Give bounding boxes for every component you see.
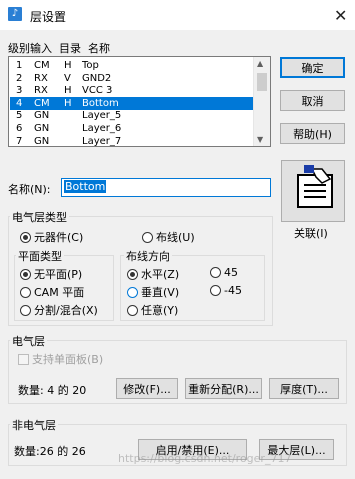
app-icon: ♪ (8, 7, 22, 21)
radio-split-mixed[interactable]: 分割/混合(X) (20, 302, 98, 318)
list-item[interactable]: 2 RX V GND2 (10, 72, 255, 85)
associate-button[interactable] (281, 160, 345, 222)
list-cell-dir: H (64, 97, 72, 109)
hand-pointer-icon (297, 165, 333, 208)
radio-component-label: 元器件(C) (34, 231, 84, 244)
list-cell-kind: GN (34, 110, 50, 122)
list-header: 级别输入 目录 名称 (8, 42, 110, 55)
list-item[interactable]: 7 GN Layer_7 (10, 135, 255, 147)
list-cell-kind: CM (34, 97, 50, 109)
non-electrical-count: 数量:26 的 26 (14, 445, 86, 458)
list-cell-level: 6 (16, 123, 23, 134)
radio-routing-label: 布线(U) (156, 231, 195, 244)
list-cell-level: 7 (16, 135, 23, 147)
thickness-button[interactable]: 厚度(T)... (269, 378, 339, 399)
list-item[interactable]: 4 CM H Bottom (10, 96, 255, 110)
radio-split-mixed-label: 分割/混合(X) (34, 304, 98, 317)
list-cell-kind: RX (34, 85, 48, 97)
list-cell-name: Top (82, 60, 99, 71)
list-cell-kind: CM (34, 60, 50, 71)
name-value: Bottom (64, 180, 107, 193)
close-icon[interactable]: ✕ (334, 6, 347, 25)
name-input[interactable]: Bottom (61, 178, 271, 197)
radio-dot-icon (20, 232, 31, 243)
radio-horizontal-label: 水平(Z) (141, 268, 180, 281)
radio-any-label: 任意(Y) (141, 304, 179, 317)
radio-component[interactable]: 元器件(C) (20, 229, 83, 245)
radio-dot-icon (127, 305, 138, 316)
radio-no-plane[interactable]: 无平面(P) (20, 266, 82, 282)
electrical-layer-type-title: 电气层类型 (10, 209, 69, 225)
electrical-count: 数量: 4 的 20 (18, 384, 87, 397)
list-cell-level: 1 (16, 60, 23, 71)
list-cell-name: VCC 3 (82, 85, 113, 97)
list-cell-name: Layer_7 (82, 135, 122, 147)
scroll-thumb[interactable] (257, 73, 267, 91)
reassign-button[interactable]: 重新分配(R)... (185, 378, 262, 399)
list-cell-level: 4 (16, 97, 23, 109)
radio-dot-icon (142, 232, 153, 243)
plane-type-title: 平面类型 (16, 248, 64, 264)
radio-cam-plane-label: CAM 平面 (34, 286, 85, 299)
radio-vertical-label: 垂直(V) (141, 286, 180, 299)
modify-button[interactable]: 修改(F)... (116, 378, 178, 399)
radio-45-label: 45 (224, 266, 238, 279)
list-cell-kind: GN (34, 123, 50, 134)
list-cell-name: Bottom (82, 97, 119, 109)
list-item[interactable]: 5 GN Layer_5 (10, 109, 255, 122)
radio-routing[interactable]: 布线(U) (142, 229, 195, 245)
list-cell-name: Layer_5 (82, 110, 122, 122)
watermark: https://blog.csdn.net/roger_717 (118, 452, 292, 465)
radio-dot-icon (210, 267, 221, 278)
ok-button[interactable]: 确定 (280, 57, 345, 78)
scroll-down-icon[interactable]: ▼ (257, 135, 263, 144)
list-scrollbar[interactable]: ▲ ▼ (253, 57, 270, 146)
radio-dot-icon (20, 287, 31, 298)
name-label: 名称(N): (8, 183, 51, 196)
list-cell-name: Layer_6 (82, 123, 122, 134)
list-item[interactable]: 3 RX H VCC 3 (10, 84, 255, 97)
scroll-up-icon[interactable]: ▲ (257, 59, 263, 68)
list-cell-dir: H (64, 60, 72, 71)
radio-no-plane-label: 无平面(P) (34, 268, 83, 281)
layer-list[interactable]: 1 CM H Top 2 RX V GND2 3 RX H VCC 3 4 CM H Bottom 5 GN Lay… (8, 56, 271, 147)
help-button[interactable]: 帮助(H) (280, 123, 345, 144)
radio-vertical[interactable]: 垂直(V) (127, 284, 179, 300)
radio-dot-icon (210, 285, 221, 296)
cancel-button[interactable]: 取消 (280, 90, 345, 111)
single-sided-checkbox[interactable]: 支持单面板(B) (18, 351, 103, 367)
list-cell-name: GND2 (82, 72, 112, 84)
radio-minus-45[interactable]: -45 (210, 284, 242, 297)
radio-minus-45-label: -45 (224, 284, 242, 297)
radio-dot-icon (20, 269, 31, 280)
radio-dot-icon (20, 305, 31, 316)
list-cell-level: 3 (16, 85, 23, 97)
radio-cam-plane[interactable]: CAM 平面 (20, 284, 84, 300)
window-title: 层设置 (30, 10, 67, 24)
list-item[interactable]: 1 CM H Top (10, 59, 255, 72)
associate-label: 关联(I) (294, 227, 328, 240)
routing-direction-title: 布线方向 (124, 248, 172, 264)
radio-dot-icon (127, 287, 138, 298)
electrical-layer-title: 电气层 (10, 333, 47, 349)
list-cell-level: 2 (16, 72, 23, 84)
list-cell-level: 5 (16, 110, 23, 122)
list-cell-dir: H (64, 85, 72, 97)
radio-45[interactable]: 45 (210, 266, 238, 279)
list-item[interactable]: 6 GN Layer_6 (10, 122, 255, 135)
radio-dot-icon (127, 269, 138, 280)
list-cell-dir: V (64, 72, 71, 84)
radio-horizontal[interactable]: 水平(Z) (127, 266, 179, 282)
radio-any[interactable]: 任意(Y) (127, 302, 178, 318)
list-cell-kind: GN (34, 135, 50, 147)
non-electrical-layer-title: 非电气层 (10, 417, 58, 433)
title-bar: ♪ 层设置 ✕ (0, 0, 355, 30)
list-cell-kind: RX (34, 72, 48, 84)
single-sided-label: 支持单面板(B) (32, 353, 104, 366)
checkbox-icon (18, 354, 29, 365)
